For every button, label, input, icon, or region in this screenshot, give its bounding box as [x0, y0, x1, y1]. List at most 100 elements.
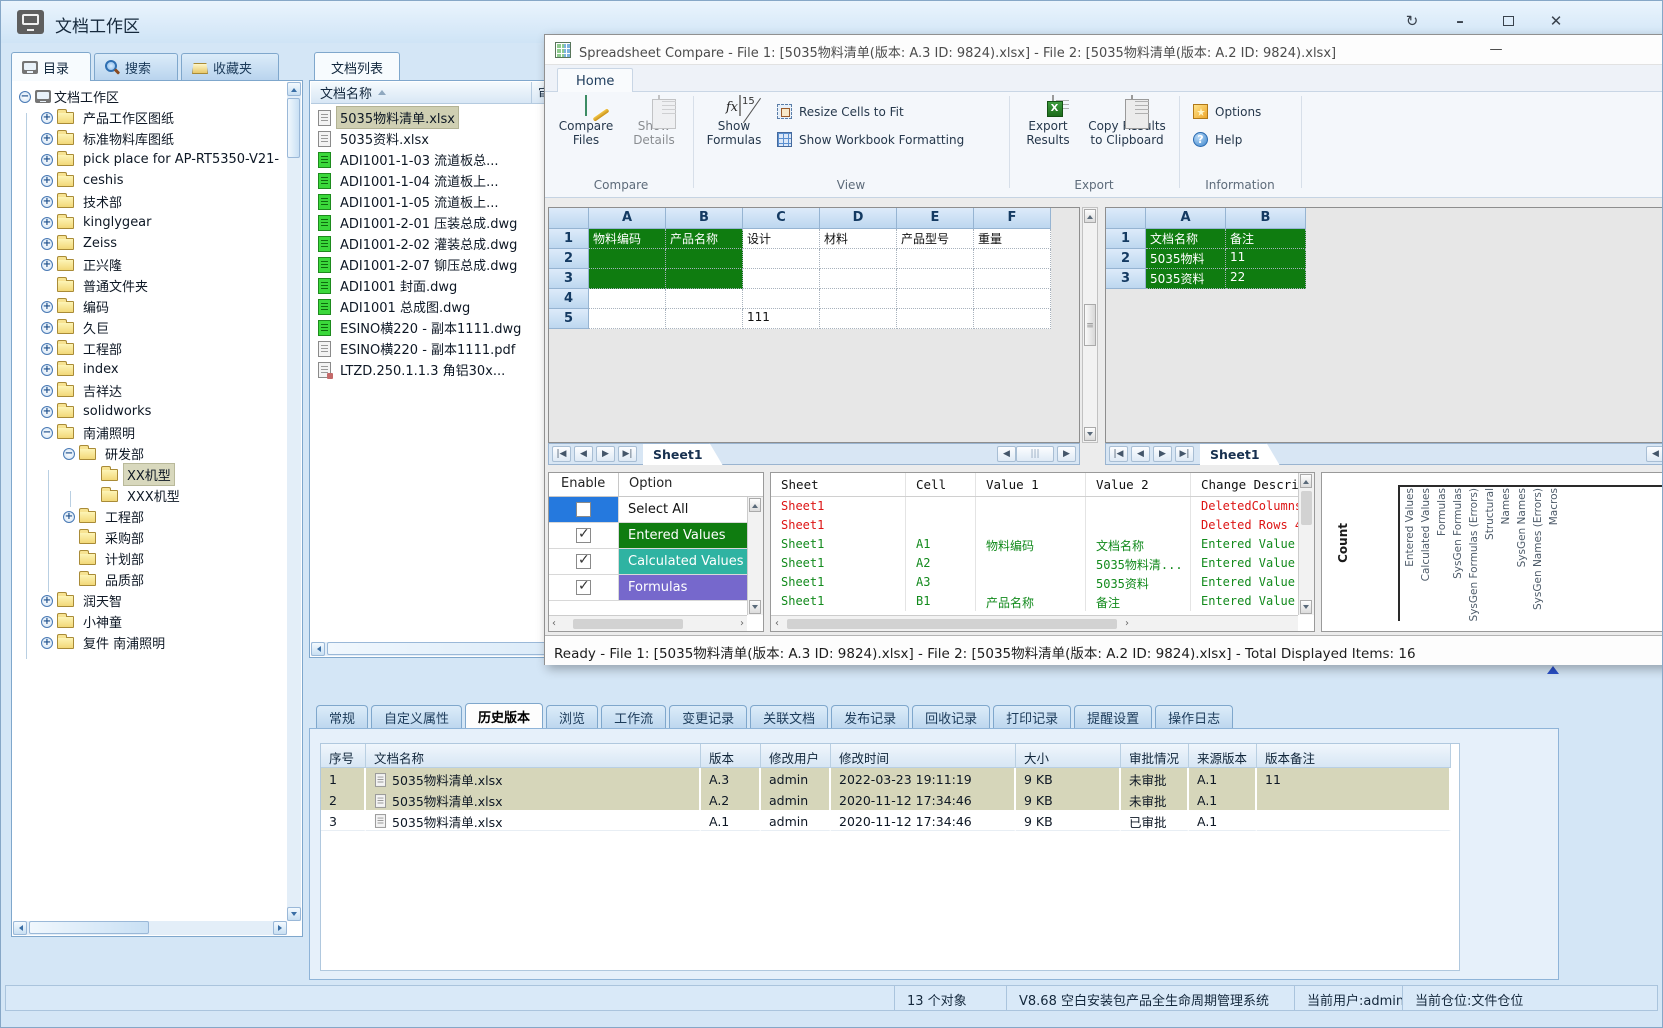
grid-cell[interactable] — [743, 269, 820, 289]
grid-cell[interactable]: 设计 — [743, 229, 820, 249]
document-list-item[interactable]: ADI1001-1-05 流道板上... — [311, 191, 551, 212]
tree-item[interactable]: +Zeiss — [13, 233, 286, 254]
grid-cell[interactable] — [974, 289, 1051, 309]
tree-item[interactable]: +pick place for AP-RT5350-V21- — [13, 149, 286, 170]
tab-search[interactable]: 搜索 — [94, 53, 178, 80]
maximize-button[interactable] — [1487, 7, 1529, 35]
grid-column-header[interactable]: C — [743, 208, 820, 229]
grid-cell[interactable] — [666, 289, 743, 309]
tab-home[interactable]: Home — [557, 68, 633, 93]
first-sheet-icon[interactable]: |◀ — [1109, 446, 1128, 462]
grid-cell[interactable] — [820, 249, 897, 269]
document-list-item[interactable]: ADI1001 总成图.dwg — [311, 296, 551, 317]
grid-cell[interactable]: 5035资料 — [1146, 269, 1226, 289]
results-vertical-scrollbar[interactable] — [1298, 473, 1314, 615]
options-button[interactable]: Options — [1193, 104, 1261, 119]
next-sheet-icon[interactable]: ▶ — [596, 446, 615, 462]
expand-plus-icon[interactable]: + — [41, 364, 53, 376]
bottom-tab-11[interactable]: 提醒设置 — [1074, 705, 1152, 729]
expand-plus-icon[interactable]: + — [41, 112, 53, 124]
document-list-item[interactable]: 5035物料清单.xlsx — [311, 107, 551, 128]
tab-favorites[interactable]: 收藏夹 — [181, 53, 279, 80]
grid-cell[interactable] — [820, 289, 897, 309]
option-row[interactable]: Entered Values — [549, 523, 763, 549]
copy-results-button[interactable]: Copy Results to Clipboard — [1079, 96, 1175, 147]
results-horizontal-scrollbar[interactable]: ‹› — [771, 615, 1298, 631]
column-header-docname[interactable]: 文档名称 — [311, 83, 531, 102]
results-row[interactable]: Sheet1DeletedColumns — [771, 497, 1314, 516]
results-row[interactable]: Sheet1Deleted Rows 4 — [771, 516, 1314, 535]
bottom-tab-9[interactable]: 回收记录 — [912, 705, 990, 729]
options-horizontal-scrollbar[interactable]: ‹› — [549, 615, 747, 631]
history-row[interactable]: 35035物料清单.xlsxA.1admin2020-11-12 17:34:4… — [321, 810, 1459, 831]
expand-plus-icon[interactable]: + — [41, 133, 53, 145]
results-column-header[interactable]: Cell — [906, 473, 976, 496]
history-column-header[interactable]: 修改时间 — [831, 744, 1016, 768]
bottom-tab-3[interactable]: 历史版本 — [465, 703, 543, 729]
history-column-header[interactable]: 序号 — [321, 744, 366, 768]
show-workbook-formatting-button[interactable]: Show Workbook Formatting — [777, 132, 964, 147]
results-column-header[interactable]: Value 1 — [976, 473, 1086, 496]
history-column-header[interactable]: 文档名称 — [366, 744, 701, 768]
expand-plus-icon[interactable]: + — [41, 616, 53, 628]
tree-item[interactable]: 品质部 — [13, 569, 286, 590]
grid-cell[interactable] — [897, 309, 974, 329]
document-list-item[interactable]: 5035资料.xlsx — [311, 128, 551, 149]
results-column-header[interactable]: Change Descrip — [1191, 473, 1315, 496]
grid-cell[interactable]: 11 — [1226, 249, 1306, 269]
grid-column-header[interactable]: B — [666, 208, 743, 229]
results-column-header[interactable]: Value 2 — [1086, 473, 1191, 496]
collapse-minus-icon[interactable]: − — [63, 448, 75, 460]
grid-row-header[interactable]: 1 — [549, 229, 589, 249]
grid-cell[interactable] — [974, 269, 1051, 289]
grid-cell[interactable] — [589, 309, 666, 329]
grid-cell[interactable]: 文档名称 — [1146, 229, 1226, 249]
expand-plus-icon[interactable]: + — [41, 196, 53, 208]
grid-cell[interactable] — [897, 249, 974, 269]
sheet-tab[interactable]: Sheet1 — [1200, 443, 1280, 465]
grid-cell[interactable]: 备注 — [1226, 229, 1306, 249]
grid-cell[interactable] — [589, 289, 666, 309]
grid-column-header[interactable]: A — [589, 208, 666, 229]
grid-cell[interactable] — [974, 309, 1051, 329]
grid-vertical-scrollbar[interactable]: ≡ — [1082, 207, 1098, 443]
tree-item[interactable]: +ceshis — [13, 170, 286, 191]
grid-cell[interactable] — [743, 289, 820, 309]
tree-item[interactable]: +复件 南浦照明 — [13, 632, 286, 653]
grid-cell[interactable] — [820, 309, 897, 329]
compare-minimize-button[interactable] — [1477, 38, 1515, 62]
grid-row-header[interactable]: 2 — [549, 249, 589, 269]
grid-column-header[interactable]: D — [820, 208, 897, 229]
tree-item[interactable]: XXX机型 — [13, 485, 286, 506]
refresh-icon[interactable] — [1391, 7, 1433, 35]
grid-row-header[interactable]: 2 — [1106, 249, 1146, 269]
document-list-item[interactable]: ESINO横220 - 副本1111.dwg — [311, 317, 551, 338]
grid-column-header[interactable]: E — [897, 208, 974, 229]
grid-cell[interactable]: 产品名称 — [666, 229, 743, 249]
grid-column-header[interactable]: B — [1226, 208, 1306, 229]
bottom-tab-7[interactable]: 关联文档 — [750, 705, 828, 729]
tree-item[interactable]: −南浦照明 — [13, 422, 286, 443]
tree-item[interactable]: −研发部 — [13, 443, 286, 464]
document-list-item[interactable]: LTZD.250.1.1.3 角铝30x... — [311, 359, 551, 380]
document-list-item[interactable]: ESINO横220 - 副本1111.pdf — [311, 338, 551, 359]
expand-plus-icon[interactable]: + — [41, 259, 53, 271]
grid-cell[interactable] — [666, 249, 743, 269]
grid-cell[interactable]: 5035物料 — [1146, 249, 1226, 269]
tree-item[interactable]: +kinglygear — [13, 212, 286, 233]
history-row[interactable]: 15035物料清单.xlsxA.3admin2022-03-23 19:11:1… — [321, 768, 1459, 789]
results-row[interactable]: Sheet1A25035物料清...Entered Value — [771, 554, 1314, 573]
sheet-tab[interactable]: Sheet1 — [643, 443, 723, 465]
grid-row-header[interactable]: 5 — [549, 309, 589, 329]
collapse-minus-icon[interactable]: − — [19, 91, 31, 103]
expand-plus-icon[interactable]: + — [41, 343, 53, 355]
bottom-tab-12[interactable]: 操作日志 — [1155, 705, 1233, 729]
export-results-button[interactable]: Export Results — [1015, 96, 1081, 147]
tree-item[interactable]: +工程部 — [13, 506, 286, 527]
expand-plus-icon[interactable]: + — [41, 322, 53, 334]
close-button[interactable] — [1535, 7, 1577, 35]
expand-plus-icon[interactable]: + — [41, 217, 53, 229]
first-sheet-icon[interactable]: |◀ — [552, 446, 571, 462]
bottom-tab-8[interactable]: 发布记录 — [831, 705, 909, 729]
grid-cell[interactable]: 材料 — [820, 229, 897, 249]
